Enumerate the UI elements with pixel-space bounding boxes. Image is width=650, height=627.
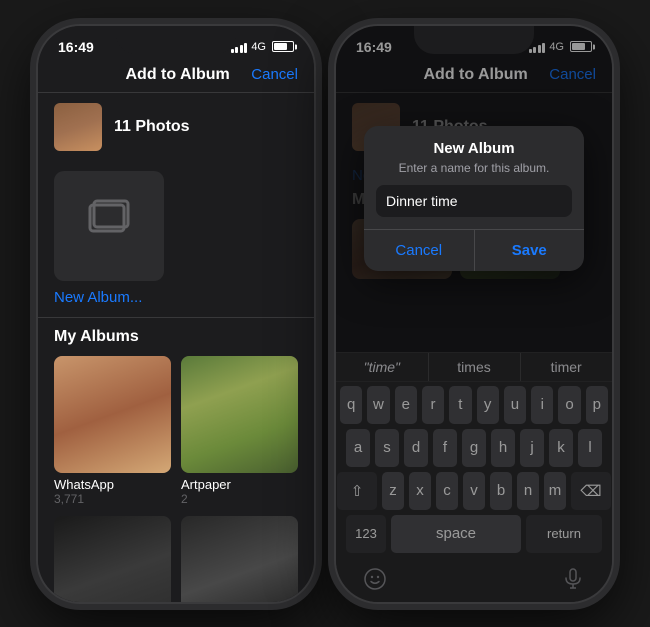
album-thumb-artpaper: [181, 356, 298, 473]
dialog-title: New Album: [364, 126, 584, 161]
new-album-section-1: New Album...: [38, 161, 314, 318]
phone-2-screen: 16:49 4G Add to Album: [336, 26, 612, 602]
dialog-cancel-button[interactable]: Cancel: [364, 230, 475, 271]
new-album-icon-1: [84, 195, 134, 256]
album-item-whatsapp[interactable]: WhatsApp 3,771: [54, 356, 171, 506]
album-count-artpaper: 2: [181, 492, 298, 506]
battery-fill-1: [274, 43, 287, 50]
my-albums-title-1: My Albums: [54, 328, 298, 346]
dialog-overlay: New Album Enter a name for this album. C…: [336, 26, 612, 602]
dialog-box: New Album Enter a name for this album. C…: [364, 126, 584, 271]
album-img-drums: [54, 516, 171, 602]
lte-label-1: 4G: [251, 41, 266, 53]
signal-bars-1: [231, 41, 248, 53]
status-bar-1: 16:49 4G: [38, 26, 314, 62]
album-item-drums[interactable]: [54, 516, 171, 602]
nav-title-1: Add to Album: [126, 66, 230, 84]
thumb-img-1: [54, 103, 102, 151]
bar1: [231, 49, 234, 53]
status-icons-1: 4G: [231, 41, 294, 53]
album-name-artpaper: Artpaper: [181, 477, 298, 492]
dialog-save-button[interactable]: Save: [475, 230, 585, 271]
dialog-buttons: Cancel Save: [364, 229, 584, 271]
album-thumb-whatsapp: [54, 356, 171, 473]
album-img-artpaper: [181, 356, 298, 473]
album-thumb-sunglasses: [181, 516, 298, 602]
cancel-button-1[interactable]: Cancel: [251, 66, 298, 83]
my-albums-section-1: My Albums WhatsApp 3,771 Artpaper: [38, 318, 314, 602]
bar2: [235, 47, 238, 53]
photos-header-1: 11 Photos: [38, 93, 314, 161]
new-album-icon-container-1[interactable]: [54, 171, 164, 281]
album-grid-1: WhatsApp 3,771 Artpaper 2: [54, 356, 298, 602]
phones-container: 16:49 4G Add to Album: [26, 14, 624, 614]
bar3: [240, 45, 243, 53]
battery-icon-1: [272, 41, 294, 52]
album-img-whatsapp: [54, 356, 171, 473]
album-name-input[interactable]: [376, 185, 572, 217]
album-item-artpaper[interactable]: Artpaper 2: [181, 356, 298, 506]
bar4: [244, 43, 247, 53]
phone-1-screen: 16:49 4G Add to Album: [38, 26, 314, 602]
phone-1: 16:49 4G Add to Album: [36, 24, 316, 604]
album-name-whatsapp: WhatsApp: [54, 477, 171, 492]
album-thumb-drums: [54, 516, 171, 602]
dialog-subtitle: Enter a name for this album.: [364, 161, 584, 185]
status-time-1: 16:49: [58, 39, 94, 55]
phone-2: 16:49 4G Add to Album: [334, 24, 614, 604]
album-item-sunglasses[interactable]: [181, 516, 298, 602]
new-album-label-1[interactable]: New Album...: [54, 289, 142, 306]
album-img-sunglasses: [181, 516, 298, 602]
photos-thumbnail-1: [54, 103, 102, 151]
album-count-whatsapp: 3,771: [54, 492, 171, 506]
nav-bar-1: Add to Album Cancel: [38, 62, 314, 93]
photo-count-1: 11 Photos: [114, 118, 190, 136]
